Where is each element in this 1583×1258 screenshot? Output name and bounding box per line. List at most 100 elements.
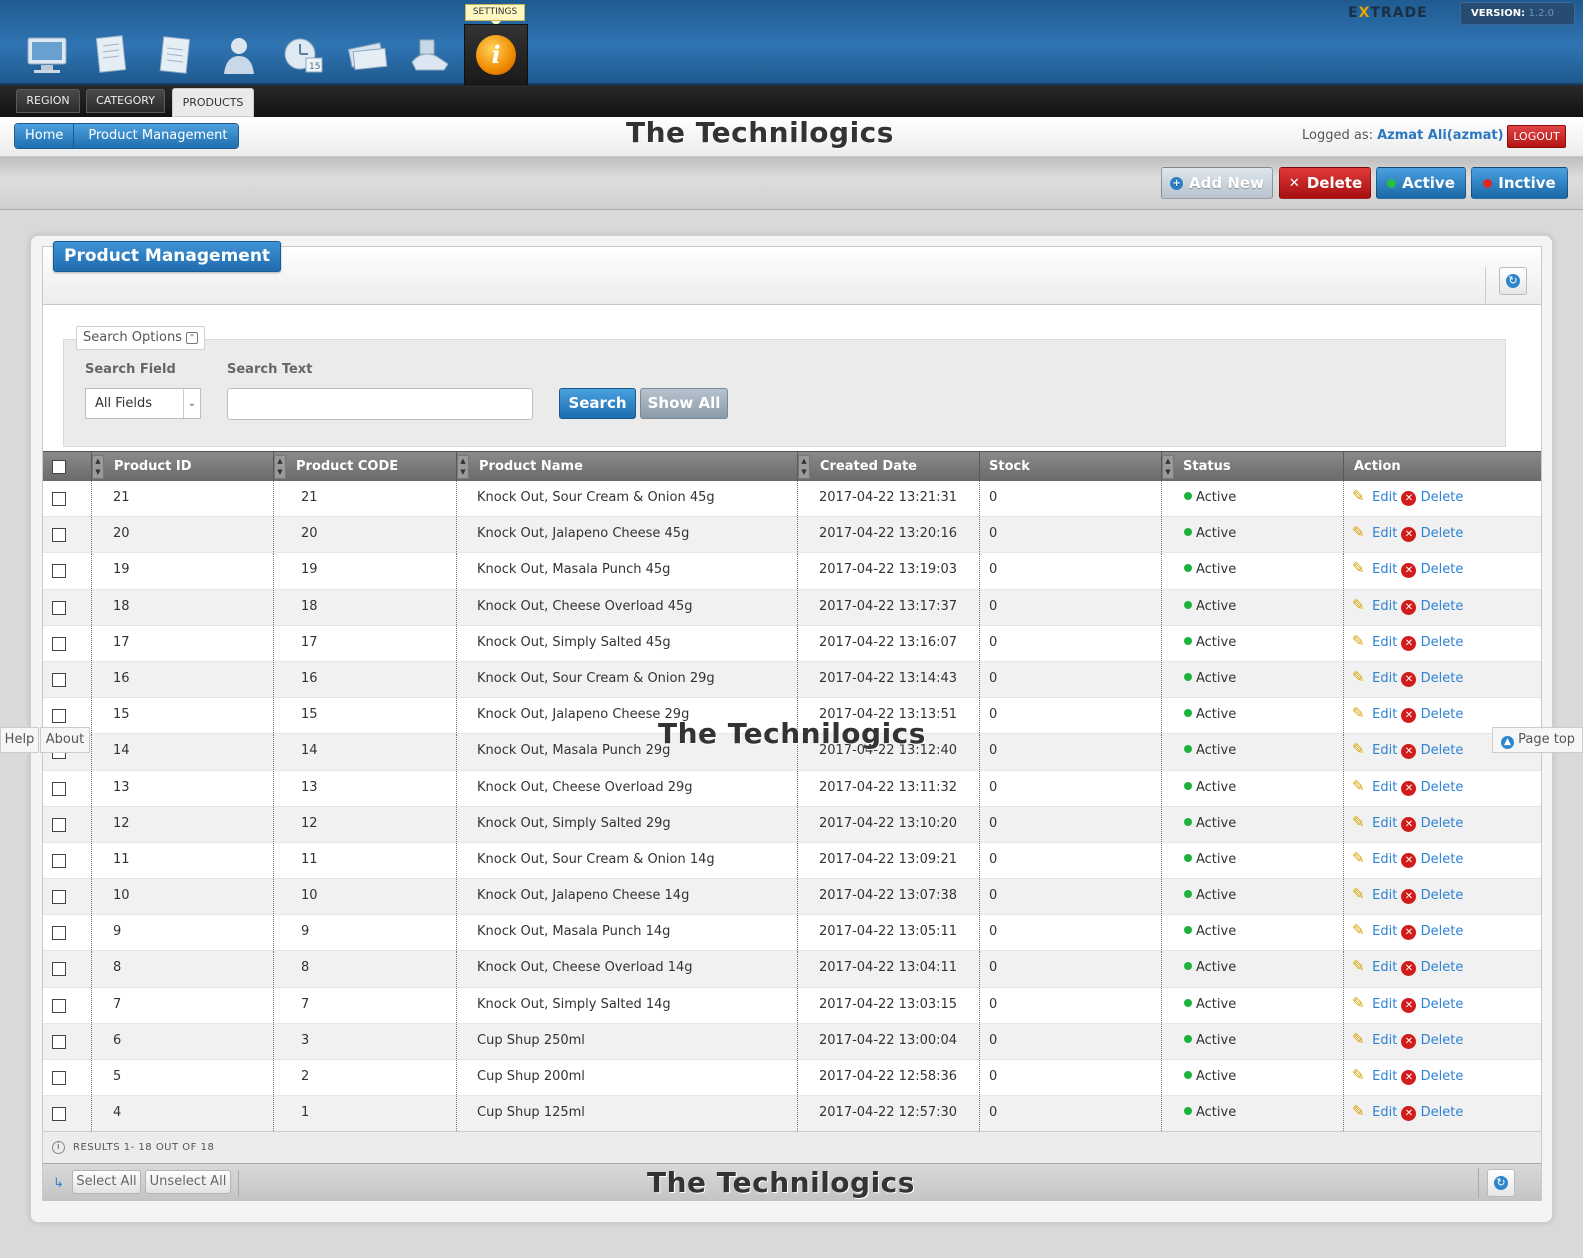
edit-link[interactable]: Edit <box>1372 526 1397 541</box>
col-product-id[interactable]: Product ID <box>91 452 273 482</box>
delete-button[interactable]: ✕ Delete <box>1279 167 1371 199</box>
page-top-button[interactable]: ▲ Page top <box>1492 727 1583 753</box>
cell-stock: 0 <box>989 707 998 723</box>
edit-link[interactable]: Edit <box>1372 960 1397 975</box>
add-new-button[interactable]: + Add New <box>1161 167 1273 199</box>
col-product-name[interactable]: Product Name <box>456 452 797 482</box>
monitor-icon[interactable] <box>22 30 72 80</box>
inactive-button[interactable]: Inctive <box>1471 167 1568 199</box>
delete-link[interactable]: Delete <box>1421 1105 1464 1120</box>
logged-user[interactable]: Azmat Ali(azmat) <box>1377 128 1503 143</box>
row-checkbox[interactable] <box>52 492 66 506</box>
row-checkbox[interactable] <box>52 817 66 832</box>
status-dot-icon <box>1184 853 1192 862</box>
row-checkbox[interactable] <box>52 998 66 1013</box>
breadcrumb-home[interactable]: Home <box>15 124 74 148</box>
delete-link[interactable]: Delete <box>1421 671 1464 686</box>
show-all-button[interactable]: Show All <box>640 388 728 419</box>
row-checkbox[interactable] <box>52 636 66 651</box>
edit-link[interactable]: Edit <box>1372 490 1397 505</box>
row-checkbox[interactable] <box>52 564 66 579</box>
unselect-all-button[interactable]: Unselect All <box>145 1170 231 1194</box>
edit-link[interactable]: Edit <box>1372 671 1397 686</box>
tab-products[interactable]: PRODUCTS <box>172 88 254 117</box>
row-checkbox[interactable] <box>52 1107 66 1122</box>
row-checkbox[interactable] <box>52 926 66 941</box>
row-checkbox[interactable] <box>52 962 66 977</box>
edit-link[interactable]: Edit <box>1372 780 1397 795</box>
refresh-button-top[interactable]: ↻ <box>1499 267 1527 295</box>
row-checkbox[interactable] <box>52 890 66 905</box>
edit-link[interactable]: Edit <box>1372 852 1397 867</box>
edit-link[interactable]: Edit <box>1372 816 1397 831</box>
table-row: 17 17 Knock Out, Simply Salted 45g 2017-04-… <box>43 625 1541 662</box>
edit-link[interactable]: Edit <box>1372 635 1397 650</box>
search-button[interactable]: Search <box>559 388 636 419</box>
delete-link[interactable]: Delete <box>1421 635 1464 650</box>
tab-region[interactable]: REGION <box>16 89 80 113</box>
row-checkbox[interactable] <box>52 600 66 615</box>
delete-link[interactable]: Delete <box>1421 780 1464 795</box>
refresh-button-bottom[interactable]: ↻ <box>1487 1169 1515 1197</box>
delete-link[interactable]: Delete <box>1421 816 1464 831</box>
status-label: Active <box>1196 815 1237 831</box>
delete-link[interactable]: Delete <box>1421 1069 1464 1084</box>
edit-link[interactable]: Edit <box>1372 707 1397 722</box>
row-checkbox[interactable] <box>52 672 66 687</box>
delete-link[interactable]: Delete <box>1421 562 1464 577</box>
user-icon[interactable] <box>214 30 264 80</box>
settings-button[interactable]: i <box>464 24 528 85</box>
row-checkbox[interactable] <box>52 781 66 796</box>
edit-link[interactable]: Edit <box>1372 743 1397 758</box>
row-checkbox[interactable] <box>52 1034 66 1049</box>
delete-link[interactable]: Delete <box>1421 743 1464 758</box>
notepad-icon[interactable] <box>150 30 200 80</box>
cell-product-name: Cup Shup 200ml <box>477 1069 585 1084</box>
about-tab[interactable]: About <box>40 727 90 753</box>
row-checkbox[interactable] <box>52 1071 66 1085</box>
close-icon: ✕ <box>1288 175 1300 191</box>
breadcrumb-product-management[interactable]: Product Management <box>73 124 238 148</box>
tab-category[interactable]: CATEGORY <box>86 89 165 113</box>
edit-link[interactable]: Edit <box>1372 997 1397 1012</box>
cell-product-id: 4 <box>113 1105 122 1121</box>
logout-button[interactable]: LOGOUT <box>1507 125 1566 148</box>
search-field-select[interactable]: All Fields ⌄ <box>85 388 201 419</box>
delete-link[interactable]: Delete <box>1421 852 1464 867</box>
search-options-toggle[interactable]: Search Options ⌃ <box>76 326 205 350</box>
delete-link[interactable]: Delete <box>1421 1033 1464 1048</box>
document-icon[interactable] <box>86 30 136 80</box>
active-button[interactable]: Active <box>1376 167 1466 199</box>
row-checkbox[interactable] <box>52 528 66 543</box>
col-status[interactable]: Status <box>1161 452 1343 482</box>
select-all-button[interactable]: Select All <box>72 1170 141 1194</box>
col-stock[interactable]: Stock <box>979 452 1161 482</box>
row-checkbox[interactable] <box>52 853 66 868</box>
col-product-code[interactable]: Product CODE <box>273 452 456 482</box>
delete-link[interactable]: Delete <box>1421 997 1464 1012</box>
money-icon[interactable] <box>342 30 392 80</box>
delete-link[interactable]: Delete <box>1421 888 1464 903</box>
edit-link[interactable]: Edit <box>1372 1069 1397 1084</box>
cell-created-date: 2017-04-22 13:21:31 <box>819 490 958 505</box>
help-tab[interactable]: Help <box>0 727 39 753</box>
select-all-checkbox[interactable] <box>52 460 66 474</box>
search-input[interactable] <box>227 388 533 420</box>
delete-link[interactable]: Delete <box>1421 707 1464 722</box>
edit-link[interactable]: Edit <box>1372 924 1397 939</box>
delete-link[interactable]: Delete <box>1421 599 1464 614</box>
edit-link[interactable]: Edit <box>1372 1105 1397 1120</box>
edit-link[interactable]: Edit <box>1372 599 1397 614</box>
edit-link[interactable]: Edit <box>1372 562 1397 577</box>
delivery-icon[interactable] <box>406 30 456 80</box>
calendar-icon[interactable]: 15 <box>278 30 328 80</box>
delete-link[interactable]: Delete <box>1421 526 1464 541</box>
delete-link[interactable]: Delete <box>1421 490 1464 505</box>
cell-stock: 0 <box>989 670 998 686</box>
delete-link[interactable]: Delete <box>1421 924 1464 939</box>
delete-link[interactable]: Delete <box>1421 960 1464 975</box>
edit-link[interactable]: Edit <box>1372 888 1397 903</box>
row-checkbox[interactable] <box>52 709 66 724</box>
col-created-date[interactable]: Created Date <box>797 452 979 482</box>
edit-link[interactable]: Edit <box>1372 1033 1397 1048</box>
